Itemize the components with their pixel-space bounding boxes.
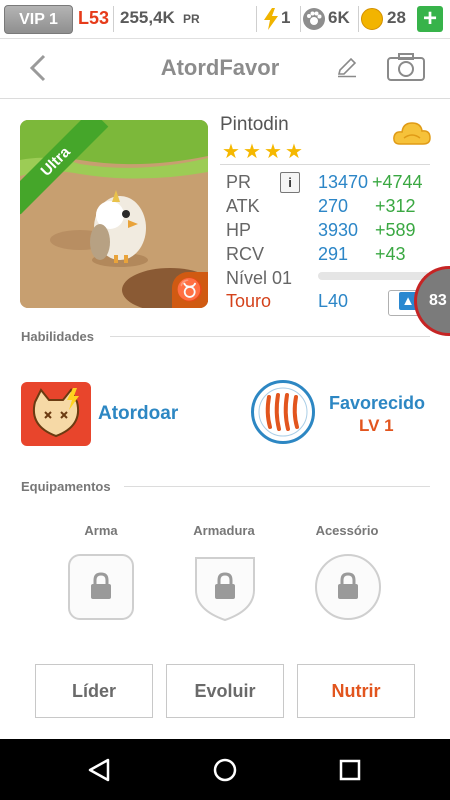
energy-value: 1 <box>281 8 291 27</box>
section-title-abilities: Habilidades <box>21 329 94 344</box>
star-icon: ★ <box>285 141 303 163</box>
power-suffix: PR <box>183 12 200 26</box>
stat-value-rcv: 291 <box>318 244 349 264</box>
level-label: Nível 01 <box>226 268 293 288</box>
divider <box>113 6 114 32</box>
divider <box>300 6 301 32</box>
stat-value-hp: 3930 <box>318 220 359 240</box>
paw-value: 6K <box>328 8 350 27</box>
info-icon[interactable]: i <box>280 172 300 193</box>
stat-bonus-rcv: +43 <box>375 244 406 264</box>
stat-value-atk: 270 <box>318 196 349 216</box>
evolve-button[interactable]: Evoluir <box>166 664 284 718</box>
player-level: L53 <box>78 8 110 28</box>
recents-square-icon[interactable] <box>338 757 362 783</box>
level-progress-bar <box>318 272 430 280</box>
active-skill-name[interactable]: Atordoar <box>98 403 178 425</box>
leader-button[interactable]: Líder <box>35 664 153 718</box>
divider <box>358 6 359 32</box>
page-title: AtordFavor <box>160 55 280 80</box>
equip-label-armor: Armadura <box>193 523 255 538</box>
cloud-icon <box>393 122 431 145</box>
star-icon: ★ <box>222 141 240 163</box>
max-level: L40 <box>318 291 349 311</box>
power-value: 255,4K <box>120 8 175 27</box>
add-coins-button[interactable]: + <box>417 6 443 32</box>
stat-bonus-hp: +589 <box>375 220 416 240</box>
stat-bonus-pr: +4744 <box>372 172 423 192</box>
divider <box>256 6 257 32</box>
stat-bonus-atk: +312 <box>375 196 416 216</box>
zodiac-sign: Touro <box>226 291 272 311</box>
divider <box>124 486 430 487</box>
vip-badge[interactable]: VIP 1 <box>4 5 73 34</box>
coin-value: 28 <box>387 8 406 27</box>
equip-label-accessory: Acessório <box>315 523 379 538</box>
star-icon: ★ <box>264 141 282 163</box>
divider <box>110 336 430 337</box>
star-icon: ★ <box>243 141 261 163</box>
section-title-equipment: Equipamentos <box>21 479 111 494</box>
stat-label-atk: ATK <box>226 196 260 216</box>
stat-value-pr: 13470 <box>318 172 369 192</box>
paw-icon <box>303 8 325 30</box>
coin-icon <box>361 8 383 30</box>
home-circle-icon[interactable] <box>212 757 238 783</box>
lock-icon <box>338 572 358 599</box>
camera-icon[interactable] <box>387 52 425 82</box>
pencil-icon[interactable] <box>336 56 358 78</box>
stun-skill-icon[interactable] <box>21 382 91 446</box>
lightning-icon <box>264 8 278 30</box>
divider <box>220 164 430 165</box>
feed-button[interactable]: Nutrir <box>297 664 415 718</box>
equip-label-weapon: Arma <box>84 523 118 538</box>
pet-name: Pintodin <box>220 114 289 135</box>
stat-label-hp: HP <box>226 220 252 240</box>
taurus-icon: ♉ <box>172 272 208 308</box>
claw-marks-icon[interactable] <box>251 380 315 444</box>
lock-icon <box>215 572 235 599</box>
stat-label-pr: PR <box>226 172 252 192</box>
stat-label-rcv: RCV <box>226 244 265 264</box>
passive-skill-name[interactable]: Favorecido <box>329 393 425 414</box>
back-triangle-icon[interactable] <box>86 757 112 783</box>
passive-skill-level: LV 1 <box>359 416 394 435</box>
chevron-left-icon[interactable] <box>28 54 48 82</box>
lock-icon <box>91 572 111 599</box>
